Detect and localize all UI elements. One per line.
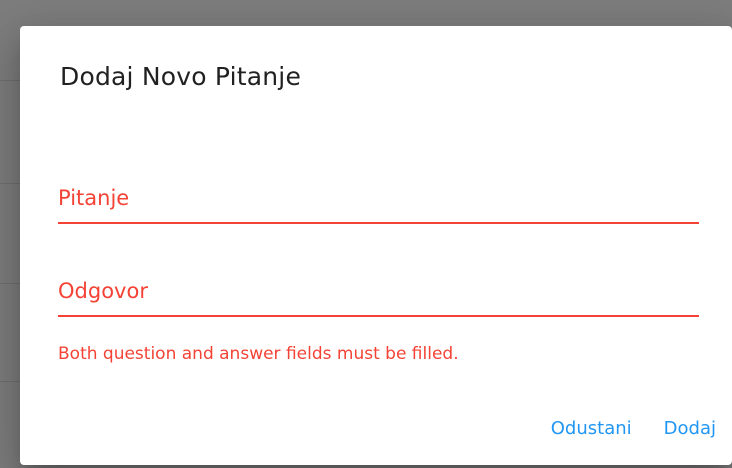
answer-field-underline — [58, 315, 699, 317]
question-input[interactable] — [58, 176, 699, 222]
answer-field[interactable]: Odgovor — [58, 269, 699, 317]
answer-input[interactable] — [58, 269, 699, 315]
background-divider — [0, 381, 22, 382]
background-divider — [0, 283, 22, 284]
question-field[interactable]: Pitanje — [58, 176, 699, 224]
dialog-title: Dodaj Novo Pitanje — [60, 62, 302, 91]
cancel-button[interactable]: Odustani — [551, 418, 632, 439]
add-button[interactable]: Dodaj — [664, 418, 716, 439]
dialog-actions: Odustani Dodaj — [551, 418, 716, 439]
question-field-underline — [58, 222, 699, 224]
add-question-dialog: Dodaj Novo Pitanje Pitanje Odgovor Both … — [20, 26, 732, 465]
validation-error-message: Both question and answer fields must be … — [58, 344, 459, 364]
background-divider — [0, 183, 22, 184]
background-divider — [0, 80, 22, 81]
